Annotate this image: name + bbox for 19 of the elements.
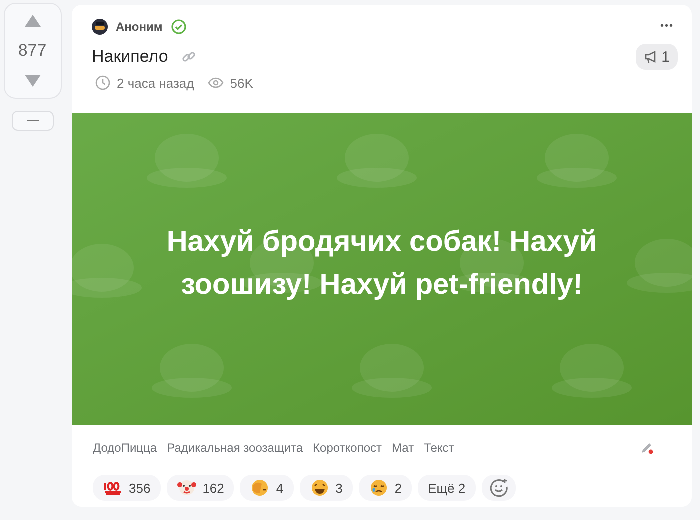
reaction-button[interactable]: 2 <box>358 475 412 501</box>
reaction-button[interactable]: 4 <box>240 475 294 501</box>
more-button[interactable]: ••• <box>656 19 678 34</box>
vote-score: 877 <box>18 41 47 61</box>
reaction-button[interactable]: 3 <box>300 475 353 501</box>
tag-link[interactable]: Короткопост <box>313 441 382 455</box>
reaction-button[interactable]: 162 <box>166 475 234 501</box>
post-time: 2 часа назад <box>117 76 194 90</box>
tag-link[interactable]: Радикальная зоозащита <box>167 441 304 455</box>
tag-link[interactable]: Мат <box>392 441 414 455</box>
author-name[interactable]: Аноним <box>116 20 163 34</box>
post-title[interactable]: Накипело <box>92 47 168 67</box>
tag-link[interactable]: Текст <box>424 441 454 455</box>
tag-link[interactable]: ДодоПицца <box>93 441 158 455</box>
view-count: 56K <box>230 76 254 90</box>
banner-text: Нахуй бродячих собак! Нахуй зоошизу! Нахуй pet-friendly! <box>166 225 598 303</box>
boost-button[interactable]: 1 <box>636 44 678 70</box>
more-reactions-button[interactable]: Ещё 2 <box>418 475 476 501</box>
reaction-button[interactable]: 356 <box>93 475 161 501</box>
